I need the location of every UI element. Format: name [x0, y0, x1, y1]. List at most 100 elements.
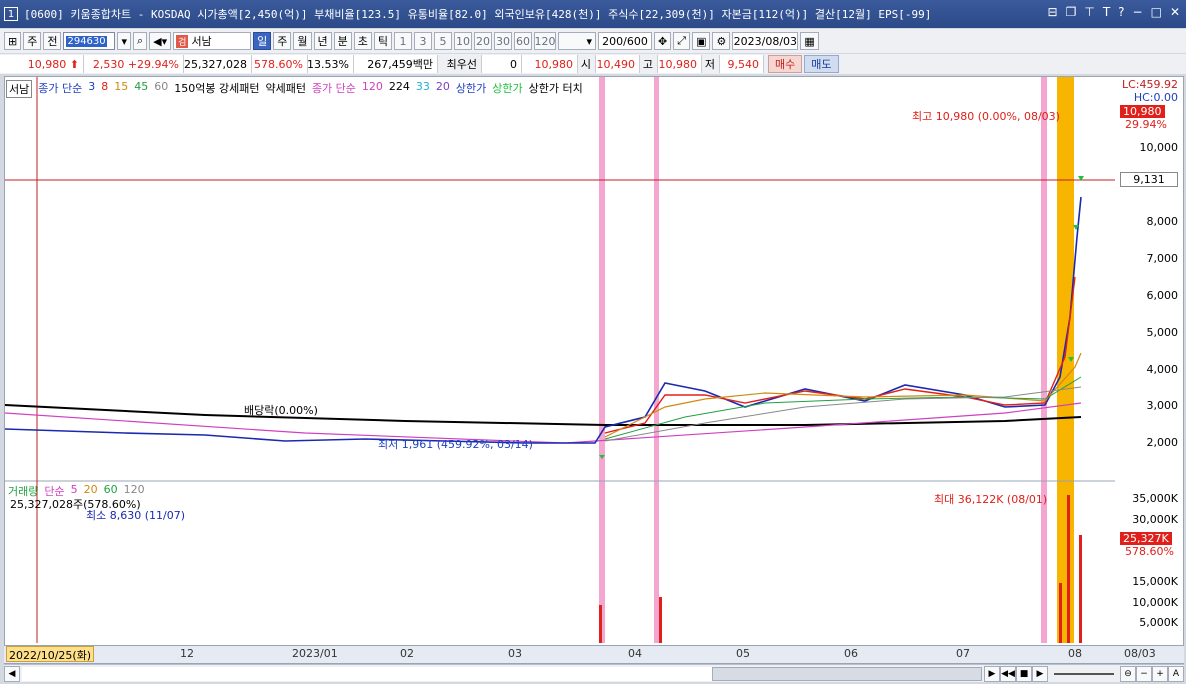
interval-20[interactable]: 20 — [474, 32, 493, 50]
scroll-thumb[interactable] — [712, 666, 982, 681]
y-tick-7000: 7,000 — [1146, 252, 1179, 265]
interval-120[interactable]: 120 — [534, 32, 557, 50]
y-tick-6000: 6,000 — [1146, 289, 1179, 302]
period-day[interactable]: 일 — [253, 32, 272, 50]
interval-3[interactable]: 3 — [414, 32, 433, 50]
volume-min-label: 최소 8,630 (11/07) — [86, 509, 186, 522]
play-back-icon[interactable]: ◀◀ — [1000, 665, 1016, 682]
close-icon[interactable]: ✕ — [1170, 5, 1180, 19]
volume-bar — [1059, 583, 1062, 643]
volume-max-label: 최대 36,122K (08/01) — [934, 493, 1048, 506]
limit-up-band-2 — [654, 77, 659, 643]
zoom-in-icon[interactable]: + — [1152, 665, 1168, 682]
period-second[interactable]: 초 — [353, 32, 372, 50]
open-label: 시 — [578, 55, 596, 73]
legend-ma-60: 60 — [154, 80, 169, 93]
scroll-track[interactable] — [22, 666, 982, 681]
high-price: 10,980 — [658, 55, 702, 73]
stock-code-input[interactable]: 294630 — [63, 32, 116, 50]
pin-icon[interactable]: ⊤ — [1084, 5, 1094, 19]
calendar-icon[interactable]: ▦ — [800, 32, 819, 50]
settings-icon[interactable]: ⚙ — [712, 32, 731, 50]
preferred-value: 0 — [482, 55, 522, 73]
period-month[interactable]: 월 — [293, 32, 312, 50]
volume: 25,327,028 — [184, 55, 252, 73]
sound-icon[interactable]: ◀▾ — [149, 32, 172, 50]
low-annotation: 최저 1,961 (459.92%, 03/14) — [378, 438, 533, 451]
sell-button[interactable]: 매도 — [804, 55, 839, 73]
legend-limit-touch[interactable]: 상한가 터치 — [529, 80, 583, 98]
y-tick-3000: 3,000 — [1146, 399, 1179, 412]
stock-name-field[interactable]: 검 서남 — [173, 32, 252, 50]
maximize-icon[interactable]: □ — [1151, 5, 1162, 19]
legend-pattern[interactable]: 150억봉 강세패턴 — [174, 80, 259, 98]
layout-icon[interactable]: ⊟ — [1048, 5, 1058, 19]
text-icon[interactable]: T — [1103, 5, 1110, 19]
last-price-badge: 10,980 — [1120, 105, 1165, 118]
help-icon[interactable]: ? — [1118, 5, 1124, 19]
zoom-reset-icon[interactable]: ⊖ — [1120, 665, 1136, 682]
copy-icon[interactable]: ❐ — [1066, 5, 1077, 19]
legend-weak[interactable]: 약세패턴 — [265, 80, 305, 98]
minimize-icon[interactable]: − — [1133, 5, 1143, 19]
play-icon[interactable]: ▶ — [1032, 665, 1048, 682]
save-icon[interactable]: ▣ — [692, 32, 711, 50]
legend-limit-up[interactable]: 상한가 — [456, 80, 486, 98]
interval-10[interactable]: 10 — [454, 32, 473, 50]
legend-stock[interactable]: 서남 — [6, 80, 33, 98]
period-minute[interactable]: 분 — [333, 32, 352, 50]
code-dropdown-icon[interactable]: ▾ — [117, 32, 131, 50]
y-vol-30000K: 30,000K — [1132, 513, 1178, 526]
period-tick[interactable]: 틱 — [373, 32, 393, 50]
legend-ma-15: 15 — [114, 80, 129, 93]
dividend-annotation: 배당락(0.00%) — [244, 404, 318, 417]
panel-icon[interactable]: ⊞ — [4, 32, 22, 50]
crosshair-icon[interactable]: ✥ — [654, 32, 672, 50]
y-vol-15000K: 15,000K — [1132, 575, 1178, 588]
last-pct-badge: 29.94% — [1125, 118, 1167, 131]
interval-dropdown[interactable]: ▾ — [558, 32, 597, 50]
chart-scrollbar[interactable]: ◀ ▶ ◀◀ ■ ▶ ⊖ − + A — [4, 664, 1184, 682]
x-tick: 2023/01 — [292, 647, 338, 660]
count-field[interactable]: 200/600 — [598, 32, 653, 50]
scroll-left-icon[interactable]: ◀ — [4, 665, 20, 682]
search-icon[interactable]: ⌕ — [133, 32, 148, 50]
chart-toolbar: ⊞ 주 전 294630 ▾ ⌕ ◀▾ 검 서남 일 주 월 년 분 초 틱 1… — [0, 29, 1186, 53]
interval-5[interactable]: 5 — [434, 32, 453, 50]
price-legend: 서남 종가 단순 3 8 15 45 60 150억봉 강세패턴 약세패턴 종가… — [6, 80, 583, 98]
volume-pct: 578.60% — [252, 55, 308, 73]
draw-icon[interactable]: ⤢ — [673, 32, 691, 50]
y-vol-10000K: 10,000K — [1132, 596, 1178, 609]
stop-icon[interactable]: ■ — [1016, 665, 1032, 682]
legend-ma2-label[interactable]: 종가 단순 — [312, 80, 356, 98]
interval-1[interactable]: 1 — [394, 32, 413, 50]
interval-30[interactable]: 30 — [494, 32, 513, 50]
low-label: 저 — [702, 55, 720, 73]
price-series — [5, 196, 1082, 444]
quote-row: 10,980 ⬆ 2,530 +29.94% 25,327,028 578.60… — [0, 54, 1186, 74]
text-tool-icon[interactable]: A — [1168, 665, 1184, 682]
legend-limit-up2[interactable]: 상한가 — [492, 80, 522, 98]
date-field[interactable]: 2023/08/03 — [732, 32, 799, 50]
search-tag: 검 — [176, 34, 189, 48]
last-price: 10,980 — [522, 55, 578, 73]
zoom-out-icon[interactable]: − — [1136, 665, 1152, 682]
crosshair-price-badge: 9,131 — [1120, 172, 1178, 187]
prev-button[interactable]: 전 — [43, 32, 62, 50]
mode-select[interactable]: 주 — [23, 32, 42, 50]
interval-60[interactable]: 60 — [514, 32, 533, 50]
y-tick-2000: 2,000 — [1146, 436, 1179, 449]
volume-bar — [1067, 495, 1070, 643]
high-annotation: 최고 10,980 (0.00%, 08/03) — [912, 110, 1060, 123]
zoom-slider[interactable] — [1054, 672, 1114, 675]
ma-3-line — [604, 276, 1076, 434]
price-chart[interactable] — [5, 77, 1115, 643]
volume-bar — [659, 597, 662, 643]
period-year[interactable]: 년 — [313, 32, 332, 50]
legend-ma-label[interactable]: 종가 단순 — [38, 80, 82, 98]
buy-button[interactable]: 매수 — [768, 55, 803, 73]
low-price: 9,540 — [720, 55, 764, 73]
scroll-right-icon[interactable]: ▶ — [984, 665, 1000, 682]
period-week[interactable]: 주 — [273, 32, 292, 50]
volume-bar — [599, 605, 602, 643]
